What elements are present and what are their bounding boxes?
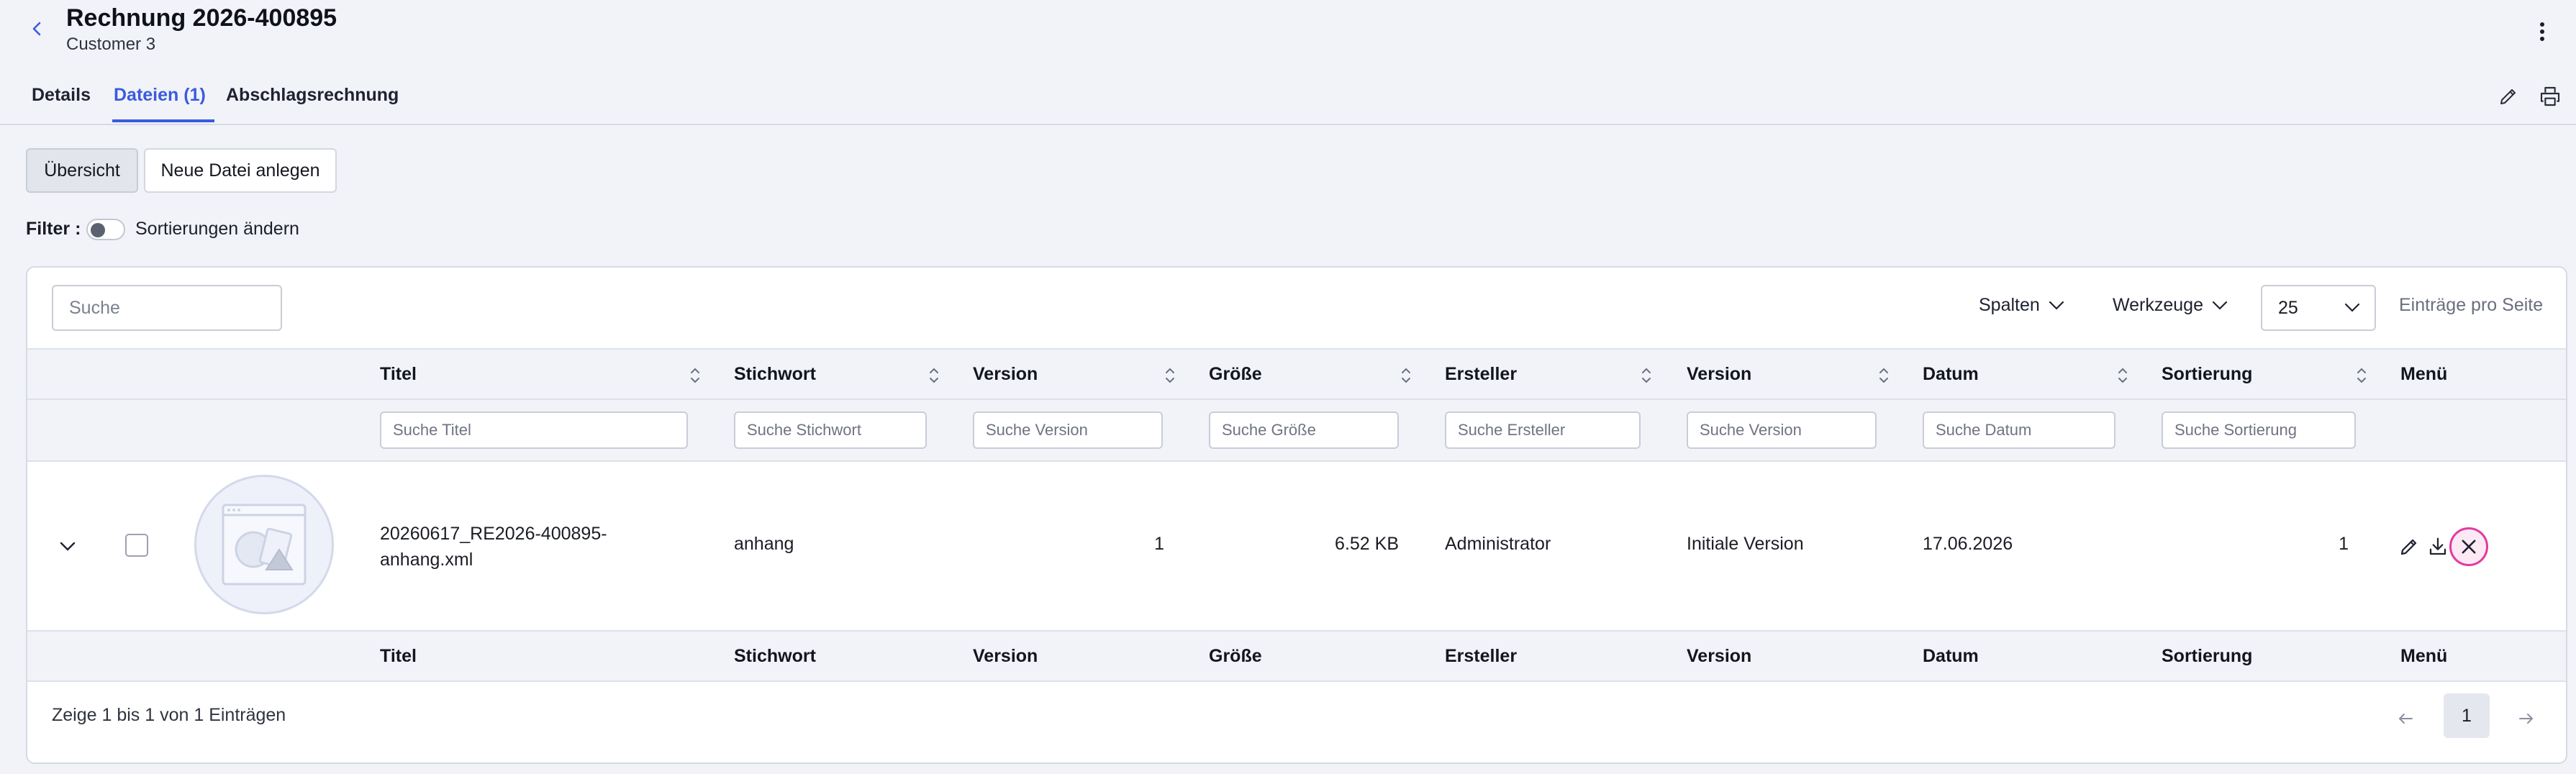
file-version: 1 xyxy=(1154,534,1164,554)
per-page-select[interactable]: 25 xyxy=(2261,285,2376,331)
chevron-down-icon xyxy=(2344,303,2360,312)
file-title-line2: anhang.xml xyxy=(380,550,473,570)
back-button[interactable] xyxy=(26,17,49,40)
sort-icon[interactable] xyxy=(927,365,941,386)
sort-icon[interactable] xyxy=(1163,365,1177,386)
download-icon xyxy=(2429,537,2446,555)
col-footer-version-name: Version xyxy=(1687,646,1752,666)
sort-search-input[interactable] xyxy=(2162,411,2356,449)
per-page-value: 25 xyxy=(2278,297,2298,318)
sort-icon[interactable] xyxy=(2115,365,2130,386)
col-header-date[interactable]: Datum xyxy=(1923,364,1979,385)
file-sort: 1 xyxy=(2339,534,2349,554)
file-keyword: anhang xyxy=(734,534,794,554)
creator-search-input[interactable] xyxy=(1445,411,1641,449)
file-version-name: Initiale Version xyxy=(1687,534,1804,554)
size-search-input[interactable] xyxy=(1209,411,1399,449)
search-input[interactable] xyxy=(52,285,282,331)
toggle-knob xyxy=(91,223,105,237)
version-name-search-input[interactable] xyxy=(1687,411,1877,449)
more-options-button[interactable] xyxy=(2533,19,2552,45)
arrow-right-icon xyxy=(2519,714,2533,724)
col-header-creator[interactable]: Ersteller xyxy=(1445,364,1517,385)
sort-toggle[interactable] xyxy=(86,219,125,240)
file-date: 17.06.2026 xyxy=(1923,534,2013,554)
expand-row-button[interactable] xyxy=(55,534,81,560)
col-footer-size: Größe xyxy=(1209,646,1262,666)
table-footer-header: Titel Stichwort Version Größe Ersteller … xyxy=(27,630,2566,682)
chevron-down-icon xyxy=(2212,301,2228,310)
page-title: Rechnung 2026-400895 xyxy=(66,4,337,32)
edit-file-button[interactable] xyxy=(2395,532,2423,561)
kebab-menu-icon xyxy=(2540,22,2544,41)
col-footer-version: Version xyxy=(973,646,1038,666)
col-header-sort[interactable]: Sortierung xyxy=(2162,364,2252,385)
row-checkbox[interactable] xyxy=(125,534,148,557)
pencil-icon xyxy=(2400,539,2417,555)
sort-icon[interactable] xyxy=(2354,365,2369,386)
chevron-down-icon xyxy=(60,542,76,551)
pencil-icon xyxy=(2500,89,2516,104)
close-icon xyxy=(2462,539,2476,554)
tab-partial-invoice[interactable]: Abschlagsrechnung xyxy=(226,85,399,122)
sort-icon[interactable] xyxy=(1399,365,1413,386)
pagination-status: Zeige 1 bis 1 von 1 Einträgen xyxy=(52,705,286,725)
chevron-down-icon xyxy=(2049,301,2064,310)
delete-file-button[interactable] xyxy=(2449,527,2488,566)
filter-label: Filter : xyxy=(26,219,81,239)
per-page-label: Einträge pro Seite xyxy=(2399,295,2544,315)
version-search-input[interactable] xyxy=(973,411,1163,449)
tools-label: Werkzeuge xyxy=(2113,295,2203,315)
sort-toggle-label: Sortierungen ändern xyxy=(135,219,299,239)
page-subtitle: Customer 3 xyxy=(66,35,156,54)
previous-page-button[interactable] xyxy=(2395,708,2416,729)
sort-icon[interactable] xyxy=(1877,365,1891,386)
page-number-button[interactable]: 1 xyxy=(2444,693,2490,738)
col-header-size[interactable]: Größe xyxy=(1209,364,1262,385)
col-footer-sort: Sortierung xyxy=(2162,646,2253,666)
col-header-version[interactable]: Version xyxy=(973,364,1038,385)
col-footer-menu: Menü xyxy=(2400,646,2448,666)
download-file-button[interactable] xyxy=(2423,532,2452,561)
tab-details[interactable]: Details xyxy=(32,85,91,122)
edit-button[interactable] xyxy=(2495,83,2521,109)
col-header-version-name[interactable]: Version xyxy=(1687,364,1751,385)
tab-files[interactable]: Dateien (1) xyxy=(112,85,214,122)
print-button[interactable] xyxy=(2537,83,2563,109)
col-header-menu: Menü xyxy=(2400,364,2448,384)
printer-icon xyxy=(2540,86,2560,106)
file-title: 20260617_RE2026-400895- anhang.xml xyxy=(380,521,607,573)
arrow-left-icon xyxy=(2399,714,2413,724)
files-table-card: Spalten Werkzeuge 25 Einträge pro Seite … xyxy=(26,266,2567,764)
tab-bar: Details Dateien (1) Abschlagsrechnung xyxy=(0,72,2576,125)
table-row: 20260617_RE2026-400895- anhang.xml anhan… xyxy=(27,462,2566,630)
col-header-keyword[interactable]: Stichwort xyxy=(734,364,816,385)
sort-icon[interactable] xyxy=(1639,365,1654,386)
table-filter-row xyxy=(27,400,2566,462)
file-thumbnail xyxy=(194,475,334,614)
file-creator: Administrator xyxy=(1445,534,1551,554)
table-header: Titel Stichwort Version Größe Ersteller … xyxy=(27,348,2566,400)
col-footer-creator: Ersteller xyxy=(1445,646,1518,666)
columns-label: Spalten xyxy=(1979,295,2040,315)
sort-icon[interactable] xyxy=(688,365,702,386)
columns-dropdown[interactable]: Spalten xyxy=(1979,295,2064,316)
keyword-search-input[interactable] xyxy=(734,411,927,449)
tools-dropdown[interactable]: Werkzeuge xyxy=(2113,295,2228,316)
col-header-title[interactable]: Titel xyxy=(380,364,417,385)
file-title-line1: 20260617_RE2026-400895- xyxy=(380,524,607,544)
chevron-left-icon xyxy=(32,22,41,36)
col-footer-title: Titel xyxy=(380,646,417,666)
new-file-button[interactable]: Neue Datei anlegen xyxy=(144,148,337,193)
col-footer-keyword: Stichwort xyxy=(734,646,816,666)
date-search-input[interactable] xyxy=(1923,411,2115,449)
title-search-input[interactable] xyxy=(380,411,688,449)
col-footer-date: Datum xyxy=(1923,646,1979,666)
file-size: 6.52 KB xyxy=(1335,534,1399,554)
file-placeholder-icon xyxy=(222,504,307,586)
next-page-button[interactable] xyxy=(2516,708,2537,729)
overview-button[interactable]: Übersicht xyxy=(26,148,138,193)
